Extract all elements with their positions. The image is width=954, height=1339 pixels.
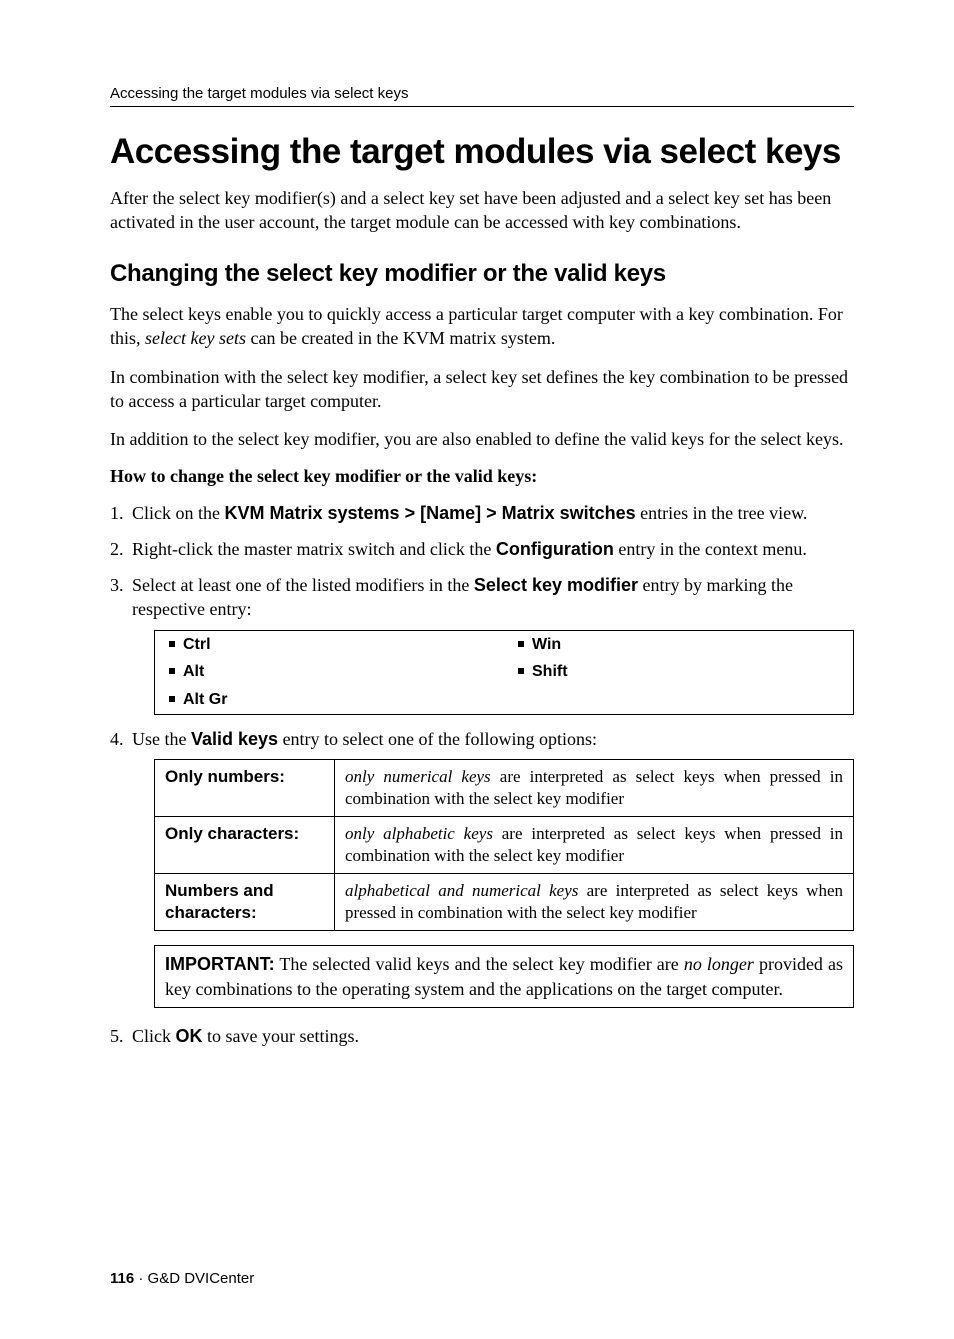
table-row: Numbers and characters: alphabetical and… [155, 874, 854, 931]
modifier-alt: Alt [155, 658, 505, 686]
section-heading: Changing the select key modifier or the … [110, 260, 854, 288]
menu-path: KVM Matrix systems > [Name] > Matrix swi… [225, 503, 636, 523]
running-header: Accessing the target modules via select … [110, 85, 854, 107]
emphasis: only numerical keys [345, 767, 491, 786]
emphasis: only alphabetic keys [345, 824, 493, 843]
bullet-icon [518, 668, 524, 674]
text: entry in the context menu. [614, 539, 807, 559]
emphasis: no longer [684, 954, 754, 974]
page-footer: 116 · G&D DVICenter [110, 1270, 254, 1287]
text: to save your settings. [203, 1026, 359, 1046]
bullet-icon [169, 641, 175, 647]
option-description: only numerical keys are interpreted as s… [335, 759, 854, 816]
field-name: Valid keys [191, 729, 278, 749]
modifier-keys-table: Ctrl Win Alt Shift Alt Gr [154, 630, 854, 715]
text: Alt Gr [183, 691, 227, 708]
text: Click on the [132, 503, 225, 523]
bullet-icon [169, 696, 175, 702]
text: entry to select one of the following opt… [278, 729, 597, 749]
text: Select at least one of the listed modifi… [132, 575, 474, 595]
steps-list: Click on the KVM Matrix systems > [Name]… [110, 501, 854, 1049]
option-label: Only characters: [155, 817, 335, 874]
modifier-win: Win [504, 630, 854, 658]
option-description: only alphabetic keys are interpreted as … [335, 817, 854, 874]
bullet-icon [518, 641, 524, 647]
emphasis: alphabetical and numerical keys [345, 881, 578, 900]
valid-keys-options-table: Only numbers: only numerical keys are in… [154, 759, 854, 932]
text: Win [532, 636, 561, 653]
step-1: Click on the KVM Matrix systems > [Name]… [110, 501, 854, 525]
bullet-icon [169, 668, 175, 674]
step-5: Click OK to save your settings. [110, 1024, 854, 1048]
field-name: Select key modifier [474, 575, 638, 595]
separator: · [134, 1270, 147, 1287]
table-row: Only characters: only alphabetic keys ar… [155, 817, 854, 874]
product-name: G&D DVICenter [148, 1270, 255, 1287]
step-4: Use the Valid keys entry to select one o… [110, 727, 854, 1008]
text: Click [132, 1026, 176, 1046]
modifier-ctrl: Ctrl [155, 630, 505, 658]
text: The selected valid keys and the select k… [275, 954, 684, 974]
empty-cell [504, 686, 854, 714]
intro-paragraph: After the select key modifier(s) and a s… [110, 186, 854, 235]
option-label: Numbers and characters: [155, 874, 335, 931]
paragraph-2: In combination with the select key modif… [110, 365, 854, 414]
howto-heading: How to change the select key modifier or… [110, 466, 854, 487]
button-name: OK [176, 1026, 203, 1046]
text: entries in the tree view. [636, 503, 808, 523]
note-label: IMPORTANT: [165, 954, 275, 974]
text: can be created in the KVM matrix system. [246, 328, 555, 348]
step-2: Right-click the master matrix switch and… [110, 537, 854, 561]
menu-entry: Configuration [496, 539, 614, 559]
term-select-key-sets: select key sets [145, 328, 246, 348]
important-note: IMPORTANT: The selected valid keys and t… [154, 945, 854, 1008]
paragraph-3: In addition to the select key modifier, … [110, 427, 854, 451]
option-description: alphabetical and numerical keys are inte… [335, 874, 854, 931]
option-label: Only numbers: [155, 759, 335, 816]
text: Alt [183, 663, 204, 680]
text: Right-click the master matrix switch and… [132, 539, 496, 559]
modifier-shift: Shift [504, 658, 854, 686]
text: Shift [532, 663, 568, 680]
table-row: Only numbers: only numerical keys are in… [155, 759, 854, 816]
modifier-altgr: Alt Gr [155, 686, 505, 714]
page-number: 116 [110, 1270, 134, 1287]
text: Use the [132, 729, 191, 749]
paragraph-1: The select keys enable you to quickly ac… [110, 302, 854, 351]
page-title: Accessing the target modules via select … [110, 133, 854, 172]
step-3: Select at least one of the listed modifi… [110, 573, 854, 714]
text: Ctrl [183, 636, 211, 653]
